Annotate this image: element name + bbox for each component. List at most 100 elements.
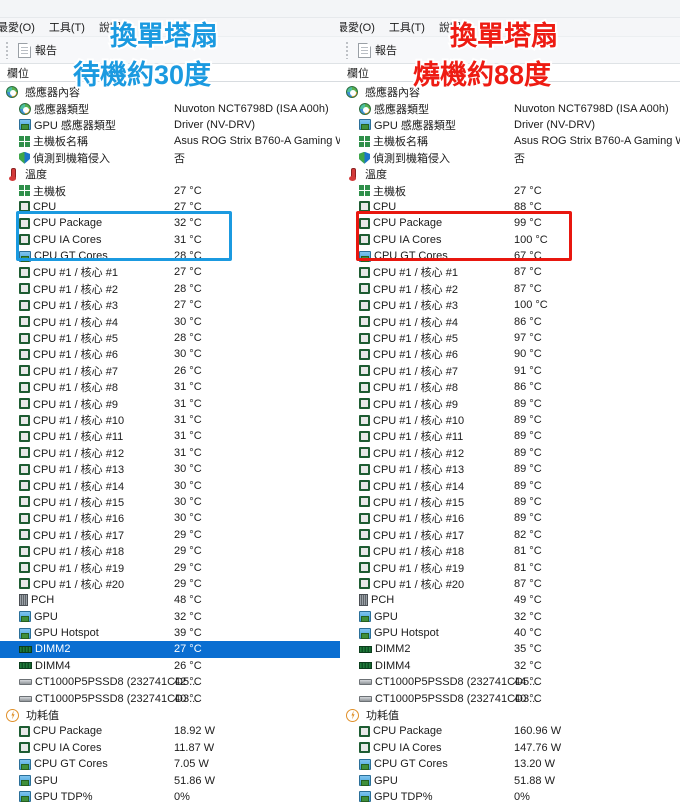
sensor-row[interactable]: CPU #1 / 核心 #3 27 °C xyxy=(0,297,340,313)
sensor-row[interactable]: CT1000P5PSSD8 (232741CD3... 40 °C xyxy=(0,690,340,706)
sensor-row[interactable]: CPU 88 °C xyxy=(340,199,680,215)
sensor-row[interactable]: GPU 感應器類型 Driver (NV-DRV) xyxy=(340,117,680,133)
sensor-row[interactable]: CPU #1 / 核心 #8 86 °C xyxy=(340,379,680,395)
sensor-row[interactable]: GPU 32 °C xyxy=(0,609,340,625)
sensor-row[interactable]: CPU #1 / 核心 #11 31 °C xyxy=(0,428,340,444)
sensor-row[interactable]: CPU IA Cores 31 °C xyxy=(0,232,340,248)
sensor-row[interactable]: CPU #1 / 核心 #4 86 °C xyxy=(340,313,680,329)
sensor-row[interactable]: CPU Package 18.92 W xyxy=(0,723,340,739)
sensor-row[interactable]: CPU GT Cores 28 °C xyxy=(0,248,340,264)
sensor-row[interactable]: PCH 49 °C xyxy=(340,592,680,608)
sensor-row[interactable]: CPU #1 / 核心 #9 31 °C xyxy=(0,395,340,411)
sensor-row[interactable]: CPU GT Cores 13.20 W xyxy=(340,756,680,772)
sensor-row[interactable]: GPU Hotspot 39 °C xyxy=(0,625,340,641)
sensor-tree-load[interactable]: 感應器內容 感應器類型 Nuvoton NCT6798D (ISA A00h) GPU… xyxy=(340,82,680,805)
section-header[interactable]: 功耗值 xyxy=(0,707,340,723)
report-button[interactable]: 報告 xyxy=(14,41,61,59)
sensor-row[interactable]: CPU #1 / 核心 #12 31 °C xyxy=(0,445,340,461)
sensor-row[interactable]: CPU IA Cores 147.76 W xyxy=(340,740,680,756)
sensor-row[interactable]: CPU #1 / 核心 #7 91 °C xyxy=(340,363,680,379)
cpu-icon xyxy=(19,398,30,410)
sensor-row[interactable]: GPU 32 °C xyxy=(340,609,680,625)
sensor-row[interactable]: GPU Hotspot 40 °C xyxy=(340,625,680,641)
sensor-row[interactable]: CPU #1 / 核心 #20 29 °C xyxy=(0,576,340,592)
sensor-row[interactable]: 偵測到機箱侵入 否 xyxy=(0,150,340,166)
sensor-row[interactable]: 主機板名稱 Asus ROG Strix B760-A Gaming WiFi xyxy=(0,133,340,149)
sensor-row[interactable]: CPU #1 / 核心 #19 81 °C xyxy=(340,559,680,575)
sensor-row[interactable]: 主機板名稱 Asus ROG Strix B760-A Gaming WiFi xyxy=(340,133,680,149)
sensor-row[interactable]: CPU #1 / 核心 #15 89 °C xyxy=(340,494,680,510)
sensor-row[interactable]: GPU TDP% 0% xyxy=(340,789,680,805)
sensor-icon xyxy=(6,86,18,99)
sensor-row[interactable]: CPU #1 / 核心 #13 30 °C xyxy=(0,461,340,477)
sensor-row[interactable]: CPU Package 99 °C xyxy=(340,215,680,231)
sensor-row[interactable]: CPU #1 / 核心 #5 97 °C xyxy=(340,330,680,346)
sensor-row[interactable]: CPU #1 / 核心 #6 90 °C xyxy=(340,346,680,362)
menu-item-favorites[interactable]: 最愛(O) xyxy=(340,19,375,35)
sensor-row[interactable]: CPU IA Cores 100 °C xyxy=(340,232,680,248)
sensor-row[interactable]: CPU #1 / 核心 #7 26 °C xyxy=(0,363,340,379)
dimm-icon xyxy=(19,662,32,670)
sensor-row[interactable]: CPU #1 / 核心 #2 28 °C xyxy=(0,281,340,297)
section-header[interactable]: 溫度 xyxy=(0,166,340,182)
sensor-row[interactable]: CPU #1 / 核心 #5 28 °C xyxy=(0,330,340,346)
sensor-row[interactable]: CPU #1 / 核心 #10 31 °C xyxy=(0,412,340,428)
toolbar-grip[interactable] xyxy=(346,41,349,59)
sensor-row[interactable]: CPU #1 / 核心 #10 89 °C xyxy=(340,412,680,428)
section-header[interactable]: 功耗值 xyxy=(340,707,680,723)
menu-item-tools[interactable]: 工具(T) xyxy=(389,19,425,35)
sensor-row[interactable]: CPU Package 32 °C xyxy=(0,215,340,231)
sensor-row[interactable]: CPU #1 / 核心 #8 31 °C xyxy=(0,379,340,395)
sensor-row[interactable]: CPU #1 / 核心 #20 87 °C xyxy=(340,576,680,592)
sensor-row[interactable]: DIMM4 32 °C xyxy=(340,658,680,674)
sensor-tree-idle[interactable]: 感應器內容 感應器類型 Nuvoton NCT6798D (ISA A00h) GPU… xyxy=(0,82,340,805)
sensor-row[interactable]: CPU #1 / 核心 #14 30 °C xyxy=(0,477,340,493)
sensor-row[interactable]: CPU 27 °C xyxy=(0,199,340,215)
sensor-row[interactable]: CPU Package 160.96 W xyxy=(340,723,680,739)
sensor-row[interactable]: 感應器類型 Nuvoton NCT6798D (ISA A00h) xyxy=(0,100,340,116)
sensor-row[interactable]: GPU TDP% 0% xyxy=(0,789,340,805)
sensor-row[interactable]: CPU #1 / 核心 #19 29 °C xyxy=(0,559,340,575)
sensor-row[interactable]: DIMM2 27 °C xyxy=(0,641,340,658)
sensor-row[interactable]: CPU #1 / 核心 #15 30 °C xyxy=(0,494,340,510)
sensor-row[interactable]: CPU #1 / 核心 #13 89 °C xyxy=(340,461,680,477)
sensor-row[interactable]: CT1000P5PSSD8 (232741CD5... 42 °C xyxy=(0,674,340,690)
section-header[interactable]: 溫度 xyxy=(340,166,680,182)
sensor-row[interactable]: DIMM4 26 °C xyxy=(0,658,340,674)
sensor-row[interactable]: 偵測到機箱侵入 否 xyxy=(340,150,680,166)
sensor-row[interactable]: CPU #1 / 核心 #6 30 °C xyxy=(0,346,340,362)
sensor-row[interactable]: 主機板 27 °C xyxy=(0,182,340,198)
sensor-row[interactable]: 主機板 27 °C xyxy=(340,182,680,198)
sensor-row[interactable]: CPU #1 / 核心 #1 27 °C xyxy=(0,264,340,280)
sensor-row[interactable]: CPU #1 / 核心 #16 30 °C xyxy=(0,510,340,526)
menu-item-favorites[interactable]: 最愛(O) xyxy=(0,19,35,35)
sensor-row[interactable]: CPU #1 / 核心 #17 82 °C xyxy=(340,527,680,543)
sensor-row[interactable]: CPU GT Cores 67 °C xyxy=(340,248,680,264)
sensor-row[interactable]: 感應器類型 Nuvoton NCT6798D (ISA A00h) xyxy=(340,100,680,116)
report-button[interactable]: 報告 xyxy=(354,41,401,59)
sensor-row[interactable]: CPU #1 / 核心 #11 89 °C xyxy=(340,428,680,444)
sensor-row[interactable]: DIMM2 35 °C xyxy=(340,641,680,657)
sensor-row[interactable]: CPU #1 / 核心 #16 89 °C xyxy=(340,510,680,526)
sensor-row[interactable]: CPU GT Cores 7.05 W xyxy=(0,756,340,772)
sensor-row[interactable]: CPU #1 / 核心 #1 87 °C xyxy=(340,264,680,280)
sensor-row[interactable]: CPU #1 / 核心 #17 29 °C xyxy=(0,527,340,543)
sensor-row[interactable]: CPU #1 / 核心 #3 100 °C xyxy=(340,297,680,313)
sensor-row[interactable]: CPU #1 / 核心 #18 29 °C xyxy=(0,543,340,559)
sensor-row[interactable]: CT1000P5PSSD8 (232741CD5... 44 °C xyxy=(340,674,680,690)
sensor-row[interactable]: CT1000P5PSSD8 (232741CD3... 40 °C xyxy=(340,690,680,706)
sensor-row[interactable]: CPU #1 / 核心 #14 89 °C xyxy=(340,477,680,493)
menu-item-tools[interactable]: 工具(T) xyxy=(49,19,85,35)
sensor-row[interactable]: CPU #1 / 核心 #9 89 °C xyxy=(340,395,680,411)
sensor-row[interactable]: PCH 48 °C xyxy=(0,592,340,608)
sensor-row[interactable]: CPU #1 / 核心 #18 81 °C xyxy=(340,543,680,559)
sensor-row[interactable]: CPU #1 / 核心 #4 30 °C xyxy=(0,313,340,329)
sensor-row[interactable]: CPU IA Cores 11.87 W xyxy=(0,740,340,756)
gpu-icon xyxy=(19,758,31,770)
sensor-row[interactable]: GPU 感應器類型 Driver (NV-DRV) xyxy=(0,117,340,133)
toolbar-grip[interactable] xyxy=(6,41,9,59)
sensor-row[interactable]: CPU #1 / 核心 #12 89 °C xyxy=(340,445,680,461)
sensor-row[interactable]: GPU 51.88 W xyxy=(340,772,680,788)
sensor-row[interactable]: CPU #1 / 核心 #2 87 °C xyxy=(340,281,680,297)
sensor-row[interactable]: GPU 51.86 W xyxy=(0,772,340,788)
